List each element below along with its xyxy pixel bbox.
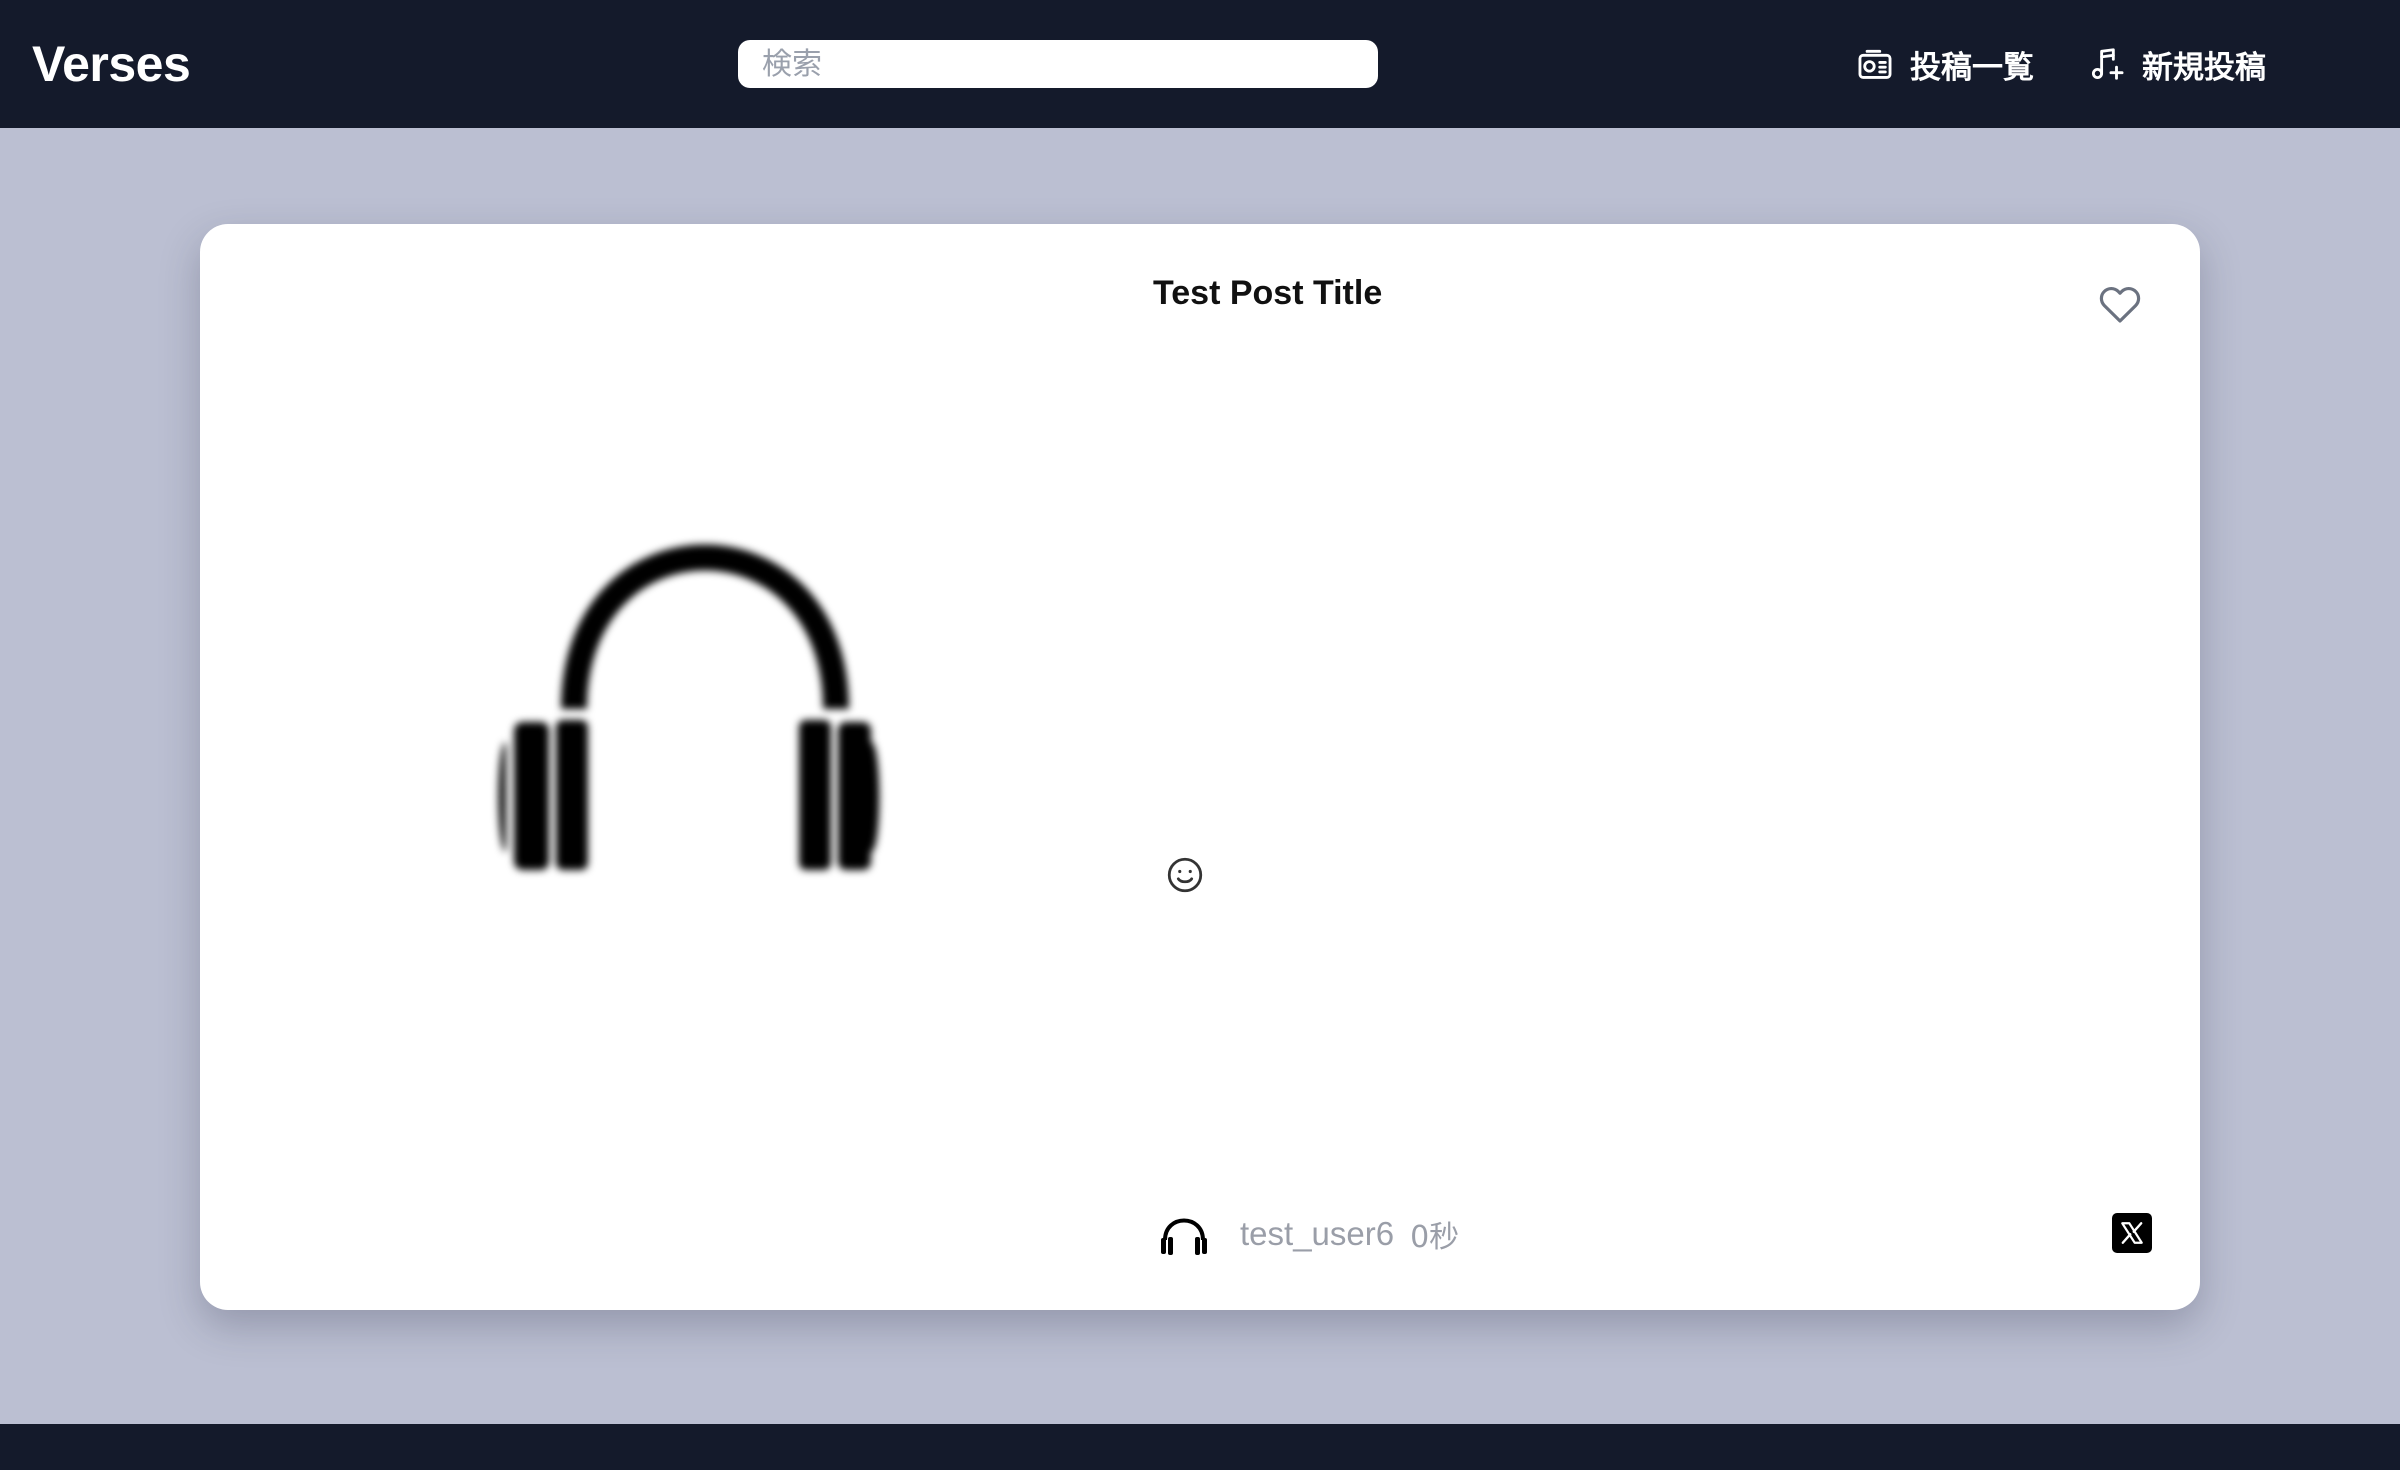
- post-timestamp: 0秒: [1410, 1220, 1460, 1255]
- post-author-row: test_user6 0秒: [1158, 1206, 1459, 1262]
- post-cover-image: [256, 272, 1156, 1272]
- nav-posts-list-link[interactable]: 投稿一覧: [1856, 40, 2034, 88]
- radio-icon: [1858, 49, 1892, 79]
- share-x-button[interactable]: [2112, 1213, 2152, 1253]
- headphones-icon[interactable]: [1158, 1208, 1210, 1260]
- nav-new-post-label: 新規投稿: [2142, 49, 2266, 86]
- music-note-plus-icon: [2091, 48, 2124, 80]
- smiley-icon: [1167, 857, 1203, 893]
- x-logo-icon: [2121, 1222, 2143, 1244]
- post-card: Test Post Title test_user6 0秒: [200, 224, 2200, 1310]
- nav-posts-list-label: 投稿一覧: [1910, 49, 2034, 86]
- brand-logo[interactable]: Verses: [32, 36, 191, 92]
- like-button[interactable]: [2096, 280, 2144, 328]
- page-footer: [0, 1424, 2400, 1470]
- post-title: Test Post Title: [1153, 274, 1383, 312]
- heart-icon: [2099, 286, 2141, 323]
- nav-new-post-link[interactable]: 新規投稿: [2088, 40, 2266, 88]
- headphones-icon: [498, 544, 880, 870]
- top-navbar: Verses 投稿一覧 新規投稿: [0, 0, 2400, 128]
- add-reaction-button[interactable]: [1164, 854, 1206, 896]
- author-username[interactable]: test_user6: [1240, 1215, 1394, 1253]
- search-input[interactable]: [738, 40, 1378, 88]
